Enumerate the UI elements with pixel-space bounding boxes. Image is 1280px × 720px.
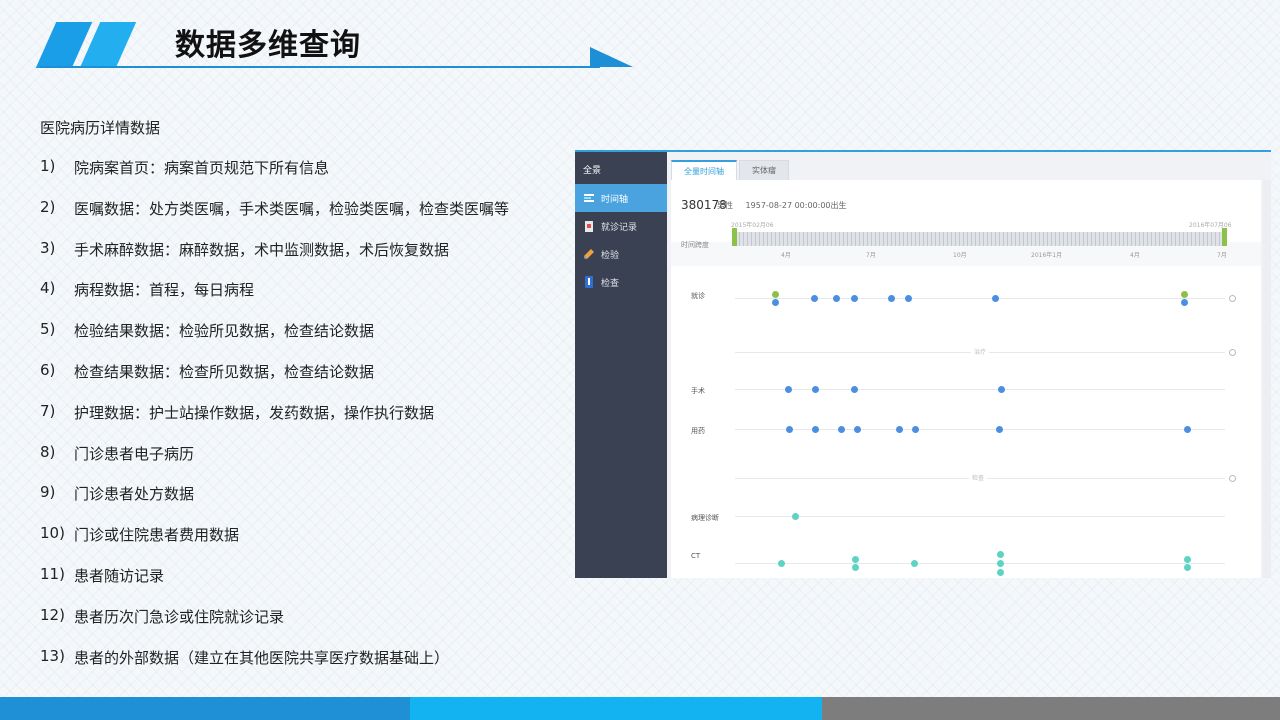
timeline-event[interactable]: [772, 291, 779, 298]
data-list: 1) 院病案首页：病案首页规范下所有信息 2) 医嘱数据：处方类医嘱，手术类医嘱，检…: [40, 157, 509, 687]
header-arrow-decoration: [590, 47, 633, 67]
page-title: 数据多维查询: [175, 28, 361, 63]
timeline-event[interactable]: [812, 386, 819, 393]
intro-text: 医院病历详情数据: [40, 119, 161, 137]
ruler-tick: 2016年1月: [1031, 252, 1063, 259]
ruler-start-date: 2015年02月06: [731, 222, 774, 229]
timeline-event[interactable]: [912, 426, 919, 433]
timeline-track: [735, 389, 1225, 390]
list-item: 2) 医嘱数据：处方类医嘱，手术类医嘱，检验类医嘱，检查类医嘱等: [40, 197, 510, 218]
timeline-event[interactable]: [996, 426, 1003, 433]
timeline-track: [735, 298, 1225, 299]
sidebar-item-lab-test[interactable]: 检验: [575, 240, 667, 268]
timeline-event[interactable]: [851, 386, 858, 393]
vertical-scrollbar[interactable]: [1263, 180, 1271, 578]
list-item: 1) 院病案首页：病案首页规范下所有信息: [40, 157, 330, 177]
timeline-event[interactable]: [772, 299, 779, 306]
ruler-label: 时间跨度: [681, 241, 709, 249]
timeline-panel: 380178 男性 1957-08-27 00:00:00出生 2015年02月…: [671, 180, 1261, 578]
timeline-event[interactable]: [1184, 564, 1191, 571]
ruler-tick: 4月: [1130, 252, 1140, 259]
list-item: 12) 患者历次门急诊或住院就诊记录: [40, 605, 285, 626]
sidebar-item-timeline[interactable]: 时间轴: [575, 184, 667, 212]
list-item: 3) 手术麻醉数据：麻醉数据，术中监测数据，术后恢复数据: [40, 238, 450, 259]
tab-solid-tumor[interactable]: 实体瘤: [739, 160, 789, 180]
time-range-slider[interactable]: [735, 232, 1225, 246]
list-item: 8) 门诊患者电子病历: [40, 442, 195, 463]
sidebar-item-records[interactable]: 就诊记录: [575, 212, 667, 240]
exam-icon: [583, 275, 595, 289]
timeline-event[interactable]: [838, 426, 845, 433]
app-screenshot: 全景 时间轴 就诊记录 检验 检查 全量时间轴 实体瘤 380178 男性 19…: [575, 150, 1271, 578]
timeline-event[interactable]: [792, 513, 799, 520]
timeline-event[interactable]: [896, 426, 903, 433]
main-area: 全量时间轴 实体瘤 380178 男性 1957-08-27 00:00:00出…: [667, 152, 1271, 578]
timeline-track: [735, 429, 1225, 430]
timeline-event[interactable]: [786, 426, 793, 433]
list-item: 9) 门诊患者处方数据: [40, 483, 195, 504]
list-item: 10) 门诊或住院患者费用数据: [40, 524, 240, 545]
timeline-event[interactable]: [888, 295, 895, 302]
timeline-event[interactable]: [992, 295, 999, 302]
ruler-tick: 4月: [781, 252, 791, 259]
timeline-icon: [583, 191, 595, 205]
ruler-tick: 7月: [866, 252, 876, 259]
section-label-inspection: 检查: [969, 473, 988, 482]
list-item: 13) 患者的外部数据（建立在其他医院共享医疗数据基础上）: [40, 646, 450, 667]
ruler-tick: 7月: [1217, 252, 1227, 259]
timeline-event[interactable]: [1184, 556, 1191, 563]
tab-bar: 全量时间轴 实体瘤: [671, 160, 791, 180]
timeline-event[interactable]: [1184, 426, 1191, 433]
patient-gender: 男性: [717, 201, 733, 210]
timeline-event[interactable]: [778, 560, 785, 567]
sidebar-item-exam[interactable]: 检查: [575, 268, 667, 296]
timeline-event[interactable]: [905, 295, 912, 302]
timeline-event[interactable]: [1181, 299, 1188, 306]
timeline-track: [735, 516, 1225, 517]
patient-birth: 1957-08-27 00:00:00出生: [745, 201, 847, 210]
footer-bar-segment: [410, 697, 822, 720]
ruler-tick: 10月: [953, 252, 967, 259]
patient-meta: 男性 1957-08-27 00:00:00出生: [717, 200, 857, 211]
timeline-event[interactable]: [812, 426, 819, 433]
row-label-medication: 用药: [691, 427, 705, 435]
timeline-event[interactable]: [997, 569, 1004, 576]
row-label-pathology: 病理诊断: [691, 514, 719, 522]
footer-bar-segment: [822, 697, 1280, 720]
row-label-ct: CT: [691, 552, 701, 560]
timeline-event[interactable]: [911, 560, 918, 567]
record-icon: [583, 219, 595, 233]
timeline-event[interactable]: [1181, 291, 1188, 298]
timeline-event[interactable]: [852, 556, 859, 563]
timeline-event[interactable]: [851, 295, 858, 302]
range-end-handle[interactable]: [1222, 228, 1227, 246]
sidebar-header: 全景: [583, 166, 602, 176]
timeline-event[interactable]: [785, 386, 792, 393]
collapse-toggle-icon[interactable]: [1229, 295, 1236, 302]
timeline-track: [735, 563, 1225, 564]
timeline-event[interactable]: [833, 295, 840, 302]
footer-bar-segment: [0, 697, 410, 720]
list-item: 5) 检验结果数据：检验所见数据，检查结论数据: [40, 320, 375, 341]
row-label-visit: 就诊: [691, 292, 705, 300]
range-start-handle[interactable]: [732, 228, 737, 246]
sidebar: 全景 时间轴 就诊记录 检验 检查: [575, 152, 667, 578]
list-item: 6) 检查结果数据：检查所见数据，检查结论数据: [40, 360, 375, 381]
collapse-toggle-icon[interactable]: [1229, 475, 1236, 482]
timeline-event[interactable]: [997, 551, 1004, 558]
row-label-surgery: 手术: [691, 387, 705, 395]
timeline-event[interactable]: [854, 426, 861, 433]
timeline-event[interactable]: [852, 564, 859, 571]
collapse-toggle-icon[interactable]: [1229, 349, 1236, 356]
section-label-treatment: 治疗: [971, 347, 990, 356]
test-tube-icon: [583, 247, 595, 261]
timeline-event[interactable]: [998, 386, 1005, 393]
tab-full-timeline[interactable]: 全量时间轴: [671, 160, 737, 180]
timeline-event[interactable]: [997, 560, 1004, 567]
list-item: 4) 病程数据：首程，每日病程: [40, 279, 255, 300]
list-item: 7) 护理数据：护士站操作数据，发药数据，操作执行数据: [40, 401, 435, 422]
timeline-event[interactable]: [811, 295, 818, 302]
list-item: 11) 患者随访记录: [40, 564, 165, 585]
header-underline: [40, 66, 600, 68]
